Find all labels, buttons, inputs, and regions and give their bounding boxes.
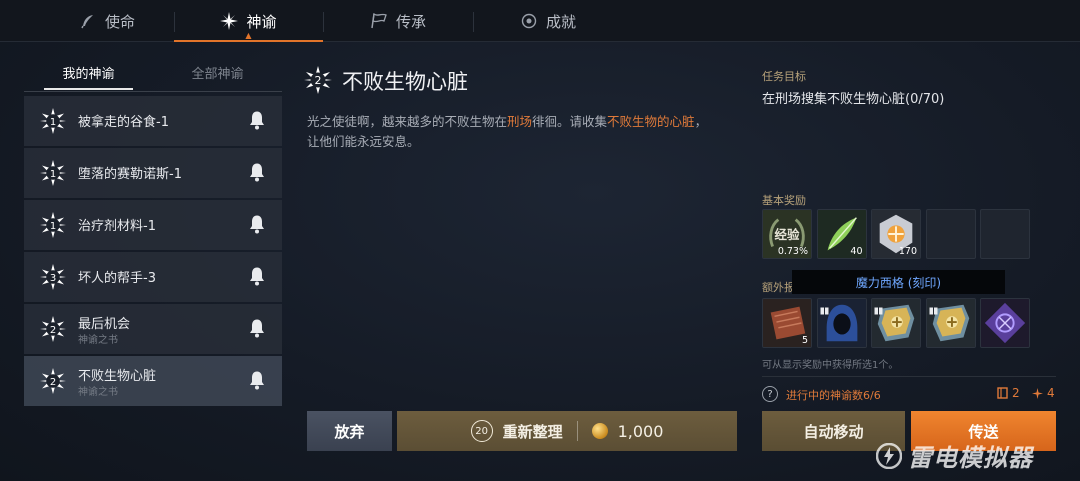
basic-reward-label: 基本奖励 (762, 194, 806, 207)
quest-list-item[interactable]: 2 最后机会 神谕之书 (24, 304, 282, 354)
abandon-button[interactable]: 放弃 (307, 411, 392, 451)
objective-text: 在刑场搜集不败生物心脏(0/70) (762, 92, 945, 107)
lightning-logo-icon (876, 442, 902, 469)
svg-text:1: 1 (50, 221, 56, 232)
tab-label: 神谕 (246, 12, 277, 31)
reward-hint: 可从显示奖励中获得所选1个。 (762, 360, 899, 371)
oracle-badge-icon: 2 (304, 66, 332, 94)
tab-mission[interactable]: 使命 (40, 0, 174, 42)
blue-hood-icon (817, 299, 866, 347)
svg-text:1: 1 (50, 117, 56, 128)
bell-icon[interactable] (248, 110, 266, 130)
quest-list-item[interactable]: 3 坏人的帮手-3 (24, 252, 282, 302)
star-burst-icon (1032, 387, 1043, 399)
bell-icon[interactable] (248, 266, 266, 286)
quest-item-title: 最后机会 (78, 317, 131, 332)
top-nav: 使命 神谕 ▲ 传承 成就 (0, 0, 1080, 42)
reward-count: 5 (801, 335, 808, 346)
oracle-progress: 进行中的神谕数6/6 (786, 389, 881, 402)
empty-reward-slot[interactable] (925, 209, 976, 259)
tab-label: 成就 (545, 12, 576, 31)
quest-list: 1 被拿走的谷食-1 1 堕落的赛勒诺斯-1 1 治疗剂材料-1 3 坏人的帮手… (24, 96, 282, 408)
quest-list-item[interactable]: 1 被拿走的谷食-1 (24, 96, 282, 146)
bell-icon[interactable] (248, 370, 266, 390)
empty-reward-slot[interactable] (980, 209, 1030, 259)
gold-shield-icon (926, 299, 975, 347)
reward-count: 170 (898, 246, 917, 257)
reward-slot[interactable] (925, 298, 976, 348)
bell-icon[interactable] (248, 162, 266, 182)
location-link: 刑场 (507, 114, 533, 129)
svg-text:1: 1 (50, 169, 56, 180)
oracle-badge-icon: 2 (40, 316, 66, 342)
quest-item-subtitle: 神谕之书 (78, 335, 118, 346)
item-tooltip: 魔力西格 (刻印) (792, 270, 1005, 294)
bell-icon[interactable] (248, 318, 266, 338)
reward-slot[interactable] (980, 298, 1030, 348)
reorganize-label: 重新整理 (502, 422, 563, 441)
oracle-badge-icon: 2 (40, 368, 66, 394)
quest-item-title: 治疗剂材料-1 (78, 219, 156, 234)
quest-item-title: 坏人的帮手-3 (78, 271, 156, 286)
quest-title: 不败生物心脏 (342, 70, 468, 94)
oracle-badge-icon: 3 (40, 264, 66, 290)
reward-count: 40 (850, 246, 863, 257)
reward-slot[interactable]: 经验 0.73% (762, 209, 812, 259)
reward-slot[interactable]: 5 (762, 298, 812, 348)
bell-icon[interactable] (248, 214, 266, 234)
book-icon (929, 300, 938, 315)
quest-item-subtitle: 神谕之书 (78, 387, 118, 398)
reward-slot[interactable]: 40 (816, 209, 867, 259)
quest-list-item[interactable]: 1 治疗剂材料-1 (24, 200, 282, 250)
quest-item-title: 被拿走的谷食-1 (78, 115, 169, 130)
tab-label: 传承 (395, 12, 426, 31)
reward-slot[interactable] (816, 298, 867, 348)
extra-reward-label: 额外报 (762, 281, 795, 294)
oracle-stat: 4 (1032, 386, 1055, 400)
emulator-watermark: 雷电模拟器 (876, 438, 1033, 473)
quest-list-item[interactable]: 1 堕落的赛勒诺斯-1 (24, 148, 282, 198)
svg-text:经验: 经验 (775, 227, 800, 242)
medal-icon (520, 12, 538, 30)
oracle-badge-icon: 1 (40, 212, 66, 238)
book-icon (874, 300, 883, 315)
quest-item-title: 不败生物心脏 (78, 369, 157, 384)
book-icon (820, 300, 829, 315)
refresh-count-icon: 20 (470, 420, 493, 442)
svg-text:2: 2 (50, 377, 56, 388)
tab-achievement[interactable]: 成就 (473, 0, 623, 42)
objective-label: 任务目标 (762, 70, 806, 83)
quest-list-item[interactable]: 2 不败生物心脏 神谕之书 (24, 356, 282, 406)
svg-text:2: 2 (315, 74, 322, 87)
feather-icon (79, 12, 97, 30)
star-burst-icon (220, 12, 239, 30)
subtab-my-oracle[interactable]: 我的神谕 (24, 52, 153, 92)
subtab-all-oracle[interactable]: 全部神谕 (153, 52, 282, 92)
quest-description: 光之使徒啊，越来越多的不败生物在刑场徘徊。请收集不败生物的心脏， 让他们能永远安… (307, 114, 708, 149)
reorganize-price: 1,000 (617, 421, 664, 441)
oracle-list-panel: 我的神谕 全部神谕 1 被拿走的谷食-1 1 堕落的赛勒诺斯-1 1 治疗剂材料… (24, 52, 282, 406)
purple-rune-icon (981, 299, 1029, 347)
svg-text:2: 2 (50, 325, 56, 336)
tab-oracle[interactable]: 神谕 ▲ (174, 0, 323, 42)
reorganize-button[interactable]: 20 重新整理 1,000 (397, 411, 737, 451)
gold-coin-icon (591, 423, 608, 439)
oracle-badge-icon: 1 (40, 108, 66, 134)
tab-legacy[interactable]: 传承 (323, 0, 473, 42)
reward-slot[interactable]: 170 (871, 209, 921, 259)
book-icon (997, 387, 1008, 399)
flag-icon (370, 12, 388, 30)
subtabs: 我的神谕 全部神谕 (24, 52, 282, 92)
reward-slot[interactable] (871, 298, 921, 348)
reward-count: 0.73% (777, 246, 808, 257)
book-stat: 2 (997, 386, 1020, 400)
gold-shield-icon (872, 299, 920, 347)
active-caret-icon: ▲ (245, 31, 252, 40)
help-icon[interactable]: ? (762, 386, 778, 402)
svg-text:3: 3 (50, 273, 56, 284)
tab-label: 使命 (104, 12, 135, 31)
quest-item-title: 堕落的赛勒诺斯-1 (78, 167, 182, 182)
oracle-badge-icon: 1 (40, 160, 66, 186)
item-link: 不败生物的心脏 (607, 114, 695, 129)
